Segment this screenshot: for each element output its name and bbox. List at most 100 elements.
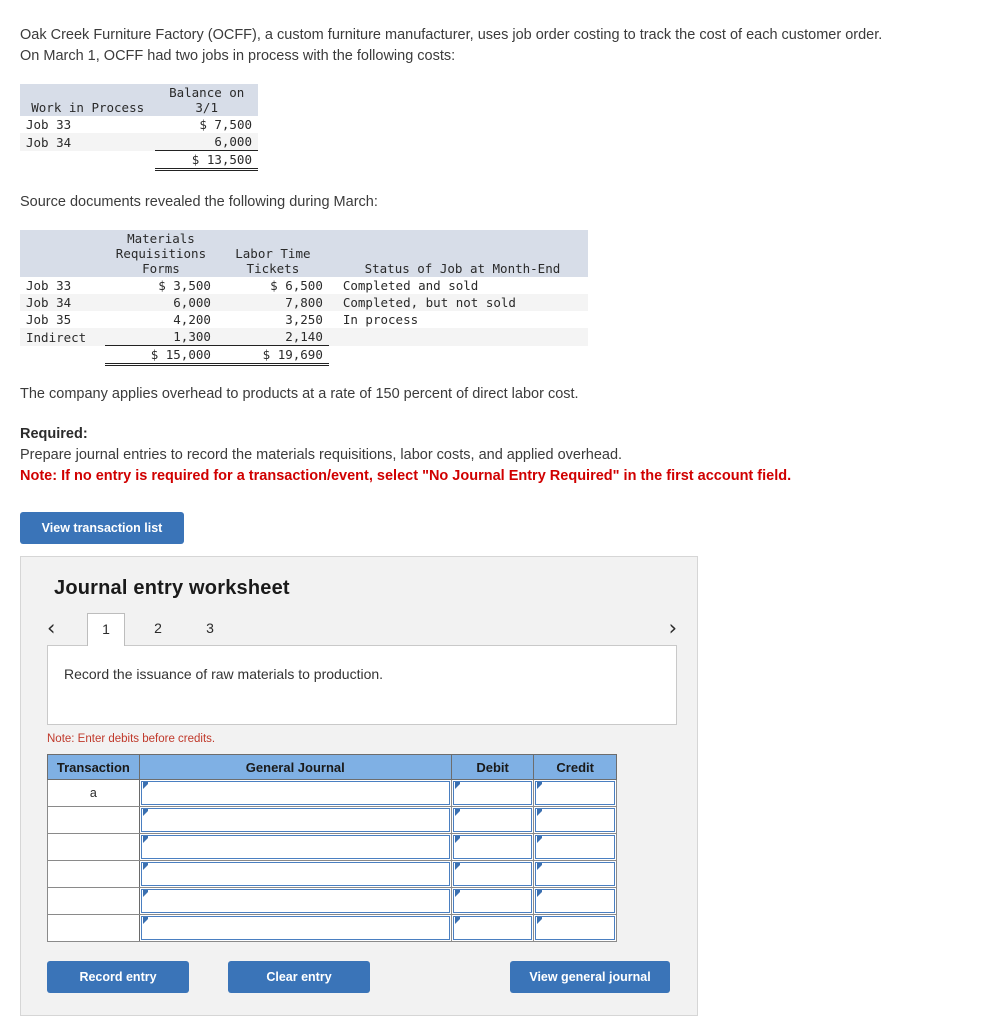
general-journal-cell[interactable]	[138, 887, 452, 915]
source-row-status	[328, 328, 588, 346]
debit-input[interactable]	[452, 835, 533, 859]
source-row-materials: $ 3,500	[158, 278, 211, 293]
chevron-left-icon[interactable]: ‹	[47, 616, 55, 640]
journal-entry-table: Transaction General Journal Debit Credit…	[47, 754, 617, 942]
table-row	[47, 914, 617, 942]
source-row-status: In process	[342, 312, 419, 327]
tab-2[interactable]: 2	[139, 613, 177, 645]
source-total-labor: $ 19,690	[216, 345, 329, 366]
intro-line-1: Oak Creek Furniture Factory (OCFF), a cu…	[20, 27, 883, 43]
account-select-input[interactable]	[140, 862, 450, 886]
credit-cell[interactable]	[533, 887, 617, 915]
credit-input[interactable]	[535, 781, 615, 805]
credit-input[interactable]	[535, 862, 615, 886]
source-total-row: $ 15,000 $ 19,690	[20, 345, 588, 366]
transaction-label	[47, 806, 140, 834]
debit-input[interactable]	[452, 916, 533, 940]
source-row-labor: 3,250	[285, 312, 323, 327]
view-transaction-list-button[interactable]: View transaction list	[20, 512, 184, 544]
table-row	[47, 833, 617, 861]
source-row-job: Job 33	[26, 278, 72, 293]
table-row: Indirect 1,300 2,140	[20, 328, 588, 346]
wip-row-balance: $ 7,500	[199, 117, 252, 132]
worksheet-title: Journal entry worksheet	[54, 577, 290, 599]
source-row-status: Completed and sold	[342, 278, 479, 293]
source-documents-table: Materials Requisitions Forms Labor Time …	[20, 230, 588, 366]
credit-input[interactable]	[535, 808, 615, 832]
table-row: Job 34 6,000 7,800 Completed, but not so…	[20, 294, 588, 311]
general-journal-cell[interactable]	[138, 914, 452, 942]
source-row-materials: 1,300	[104, 328, 217, 346]
credit-cell[interactable]	[533, 833, 617, 861]
tab-description-box: Record the issuance of raw materials to …	[47, 645, 677, 725]
wip-total-value: $ 13,500	[155, 150, 258, 171]
intro-line-2: On March 1, OCFF had two jobs in process…	[20, 48, 456, 64]
credit-cell[interactable]	[533, 914, 617, 942]
tab-1[interactable]: 1	[87, 613, 125, 646]
debit-cell[interactable]	[450, 887, 535, 915]
source-header-status: Status of Job at Month-End	[328, 230, 588, 277]
source-total-status	[329, 346, 588, 365]
source-row-materials: 4,200	[173, 312, 211, 327]
credit-input[interactable]	[535, 889, 615, 913]
column-header-credit: Credit	[533, 754, 617, 780]
table-row	[47, 860, 617, 888]
account-select-input[interactable]	[140, 889, 450, 913]
credit-cell[interactable]	[533, 860, 617, 888]
source-total-materials: $ 15,000	[104, 345, 217, 366]
general-journal-cell[interactable]	[138, 860, 452, 888]
wip-row-balance: 6,000	[155, 133, 258, 151]
tab-description-text: Record the issuance of raw materials to …	[64, 666, 384, 682]
account-select-input[interactable]	[140, 781, 450, 805]
debit-cell[interactable]	[450, 914, 535, 942]
chevron-right-icon[interactable]: ›	[669, 616, 677, 640]
debit-cell[interactable]	[450, 860, 535, 888]
debit-input[interactable]	[452, 808, 533, 832]
wip-total-row: $ 13,500	[20, 150, 258, 171]
source-header-job	[20, 230, 105, 277]
source-table-head: Materials Requisitions Forms Labor Time …	[20, 230, 588, 277]
wip-table-body: Job 33 $ 7,500 Job 34 6,000 $ 13,500	[20, 116, 258, 171]
credit-input[interactable]	[535, 835, 615, 859]
transaction-label	[47, 887, 140, 915]
required-label: Required:	[20, 426, 88, 442]
source-row-job: Job 34	[20, 294, 105, 311]
debit-cell[interactable]	[450, 833, 535, 861]
column-header-debit: Debit	[450, 754, 535, 780]
debit-input[interactable]	[452, 781, 533, 805]
source-row-status: Completed, but not sold	[328, 294, 588, 311]
source-row-job: Job 35	[26, 312, 72, 327]
general-journal-cell[interactable]	[138, 779, 452, 807]
general-journal-cell[interactable]	[138, 833, 452, 861]
journal-entry-worksheet-panel: Journal entry worksheet ‹ 1 2 3 › Record…	[20, 556, 698, 1016]
table-row: Job 33 $ 3,500 $ 6,500 Completed and sol…	[20, 277, 588, 294]
clear-entry-button[interactable]: Clear entry	[228, 961, 370, 993]
account-select-input[interactable]	[140, 916, 450, 940]
debit-cell[interactable]	[450, 806, 535, 834]
required-block: Required: Prepare journal entries to rec…	[20, 424, 791, 487]
column-header-general-journal: General Journal	[138, 754, 452, 780]
credit-cell[interactable]	[533, 779, 617, 807]
credit-cell[interactable]	[533, 806, 617, 834]
journal-table-body: a	[47, 779, 617, 942]
wip-header-label: Work in Process	[20, 84, 156, 116]
debit-input[interactable]	[452, 862, 533, 886]
debit-cell[interactable]	[450, 779, 535, 807]
credit-input[interactable]	[535, 916, 615, 940]
tab-3[interactable]: 3	[191, 613, 229, 645]
wip-total-label	[20, 151, 155, 170]
transaction-label	[47, 833, 140, 861]
debit-input[interactable]	[452, 889, 533, 913]
account-select-input[interactable]	[140, 835, 450, 859]
account-select-input[interactable]	[140, 808, 450, 832]
source-table-body: Job 33 $ 3,500 $ 6,500 Completed and sol…	[20, 277, 588, 366]
work-in-process-table: Work in Process Balance on 3/1 Job 33 $ …	[20, 84, 258, 171]
table-row	[47, 887, 617, 915]
wip-header-row: Work in Process Balance on 3/1	[20, 84, 258, 116]
journal-table-head: Transaction General Journal Debit Credit	[47, 754, 617, 780]
record-entry-button[interactable]: Record entry	[47, 961, 189, 993]
source-header-labor: Labor Time Tickets	[216, 230, 329, 277]
general-journal-cell[interactable]	[138, 806, 452, 834]
view-general-journal-button[interactable]: View general journal	[510, 961, 670, 993]
table-row	[47, 806, 617, 834]
